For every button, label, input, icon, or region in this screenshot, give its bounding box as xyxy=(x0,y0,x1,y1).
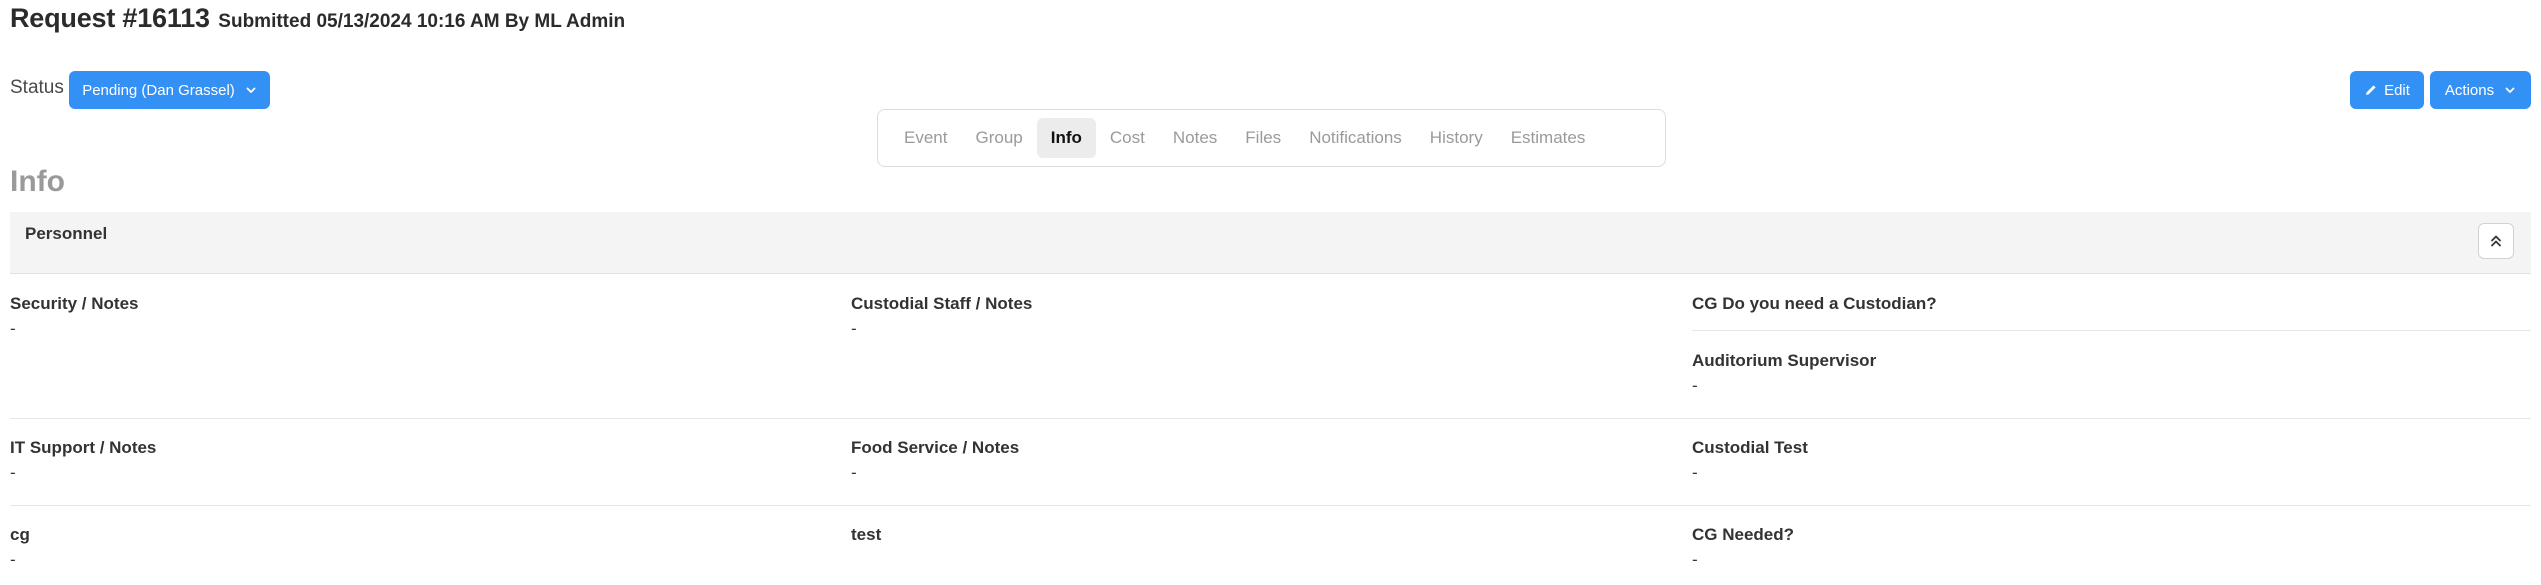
field-security-notes: Security / Notes - xyxy=(10,294,139,339)
section-title: Info xyxy=(10,165,65,198)
edit-button[interactable]: Edit xyxy=(2350,71,2424,109)
panel-title: Personnel xyxy=(25,224,108,243)
personnel-panel-header: Personnel xyxy=(10,212,2531,274)
field-label: IT Support / Notes xyxy=(10,438,157,457)
pencil-icon xyxy=(2366,85,2376,95)
field-value: - xyxy=(1692,550,1698,569)
edit-label: Edit xyxy=(2384,81,2410,99)
chevron-down-icon xyxy=(2505,87,2515,93)
tab-notifications[interactable]: Notifications xyxy=(1295,118,1416,158)
field-it-support-notes: IT Support / Notes - xyxy=(10,438,156,483)
field-cg-needed: CG Needed? - xyxy=(1692,525,1794,570)
field-label: Custodial Test xyxy=(1692,438,1808,457)
field-label: test xyxy=(851,525,882,544)
status-dropdown-button[interactable]: Pending (Dan Grassel) xyxy=(69,71,270,109)
field-value: - xyxy=(10,550,16,569)
actions-dropdown-button[interactable]: Actions xyxy=(2430,71,2531,109)
field-value: - xyxy=(851,319,857,338)
divider xyxy=(10,505,2531,506)
status-value: Pending (Dan Grassel) xyxy=(82,81,235,99)
tab-notes[interactable]: Notes xyxy=(1159,118,1231,158)
tab-group[interactable]: Group xyxy=(961,118,1036,158)
actions-label: Actions xyxy=(2444,81,2495,99)
field-test: test xyxy=(851,525,881,545)
request-title: Request #16113 xyxy=(10,3,210,33)
field-value: - xyxy=(10,319,16,338)
field-label: Food Service / Notes xyxy=(851,438,1020,457)
field-value: - xyxy=(1692,376,1698,395)
field-value: - xyxy=(851,463,857,482)
divider xyxy=(10,418,2531,419)
field-auditorium-supervisor: Auditorium Supervisor - xyxy=(1692,351,1876,396)
chevron-down-icon xyxy=(246,87,256,93)
tab-cost[interactable]: Cost xyxy=(1096,118,1159,158)
tab-bar: Event Group Info Cost Notes Files Notifi… xyxy=(877,109,1666,167)
field-cg-need-custodian: CG Do you need a Custodian? xyxy=(1692,294,1937,314)
field-label: Security / Notes xyxy=(10,294,139,313)
field-label: CG Needed? xyxy=(1692,525,1795,544)
collapse-button[interactable] xyxy=(2478,223,2514,259)
field-value: - xyxy=(1692,463,1698,482)
status-label: Status xyxy=(10,77,64,98)
field-food-service-notes: Food Service / Notes - xyxy=(851,438,1019,483)
field-label: CG Do you need a Custodian? xyxy=(1692,294,1937,313)
field-label: Custodial Staff / Notes xyxy=(851,294,1033,313)
field-label: Auditorium Supervisor xyxy=(1692,351,1877,370)
field-custodial-test: Custodial Test - xyxy=(1692,438,1808,483)
tab-info[interactable]: Info xyxy=(1036,118,1096,158)
tab-files[interactable]: Files xyxy=(1231,118,1295,158)
page-header: Request #16113 Submitted 05/13/2024 10:1… xyxy=(10,3,625,34)
tab-event[interactable]: Event xyxy=(890,118,961,158)
tab-estimates[interactable]: Estimates xyxy=(1497,118,1600,158)
field-custodial-staff-notes: Custodial Staff / Notes - xyxy=(851,294,1032,339)
field-value: - xyxy=(10,463,16,482)
request-page: Request #16113 Submitted 05/13/2024 10:1… xyxy=(0,0,2541,585)
double-chevron-up-icon xyxy=(2491,235,2501,247)
field-cg: cg - xyxy=(10,525,30,570)
tab-history[interactable]: History xyxy=(1416,118,1497,158)
field-label: cg xyxy=(10,525,30,544)
divider xyxy=(1692,330,2531,331)
submitted-info: Submitted 05/13/2024 10:16 AM By ML Admi… xyxy=(218,11,626,32)
